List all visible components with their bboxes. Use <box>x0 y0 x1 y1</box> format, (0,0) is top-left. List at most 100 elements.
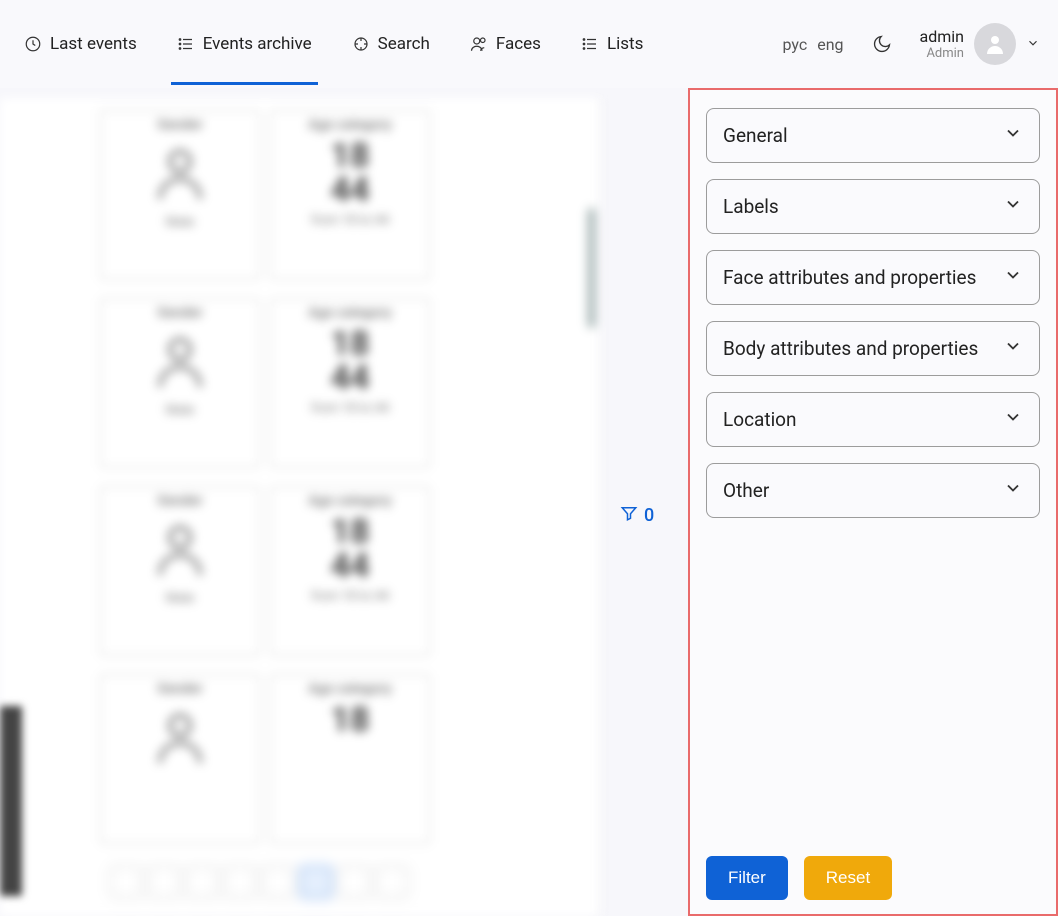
age-card: Age category 18 44 from 18 to 44 <box>270 486 430 656</box>
chevron-down-icon <box>1003 265 1023 290</box>
section-other[interactable]: Other <box>706 463 1040 518</box>
top-nav: Last events Events archive Search Faces … <box>0 0 1058 88</box>
age-sub: from 18 to 44 <box>311 401 389 416</box>
nav-lists[interactable]: Lists <box>575 4 649 84</box>
crosshair-icon <box>352 35 370 53</box>
age-sub: from 18 to 44 <box>311 213 389 228</box>
gender-card-value: Male <box>166 403 194 418</box>
scrollbar-thumb[interactable] <box>588 208 595 328</box>
section-general-label: General <box>723 124 788 147</box>
age-top: 18 <box>330 703 369 737</box>
age-card-title: Age category <box>308 117 391 133</box>
nav-lists-label: Lists <box>607 34 643 54</box>
card-row: Gender Male Age category 18 44 from 18 t… <box>100 486 599 656</box>
chevron-down-icon <box>1003 194 1023 219</box>
page-next[interactable] <box>376 866 408 898</box>
section-body-attributes-label: Body attributes and properties <box>723 337 978 360</box>
section-labels-label: Labels <box>723 195 779 218</box>
filter-count: 0 <box>644 505 654 526</box>
left-pane: Gender Male Age category 18 44 from 18 t… <box>0 88 688 916</box>
filter-panel-footer: Filter Reset <box>706 842 1040 900</box>
gender-card-title: Gender <box>157 681 202 697</box>
lang-rus[interactable]: рус <box>782 35 807 54</box>
age-card-title: Age category <box>308 305 391 321</box>
main-area: Gender Male Age category 18 44 from 18 t… <box>0 88 1058 916</box>
nav-search-label: Search <box>378 34 430 54</box>
funnel-icon <box>620 504 638 527</box>
gender-card: Gender Male <box>100 486 260 656</box>
user-text: admin Admin <box>920 27 964 61</box>
user-role: Admin <box>920 46 964 61</box>
age-bottom: 44 <box>330 173 369 207</box>
section-other-label: Other <box>723 479 769 502</box>
gender-card-title: Gender <box>157 305 202 321</box>
section-location[interactable]: Location <box>706 392 1040 447</box>
age-bottom: 44 <box>330 361 369 395</box>
section-face-attributes[interactable]: Face attributes and properties <box>706 250 1040 305</box>
gender-card: Gender Male <box>100 110 260 280</box>
chevron-down-icon <box>1003 407 1023 432</box>
card-row: Gender Male Age category 18 44 from 18 t… <box>100 110 599 280</box>
person-icon <box>150 515 210 585</box>
chevron-down-icon <box>1026 35 1040 54</box>
age-card: Age category 18 <box>270 674 430 844</box>
faces-icon <box>470 35 488 53</box>
section-body-attributes[interactable]: Body attributes and properties <box>706 321 1040 376</box>
filter-sections: General Labels Face attributes and prope… <box>706 108 1040 842</box>
page-n3[interactable] <box>338 866 370 898</box>
page-n1[interactable] <box>224 866 256 898</box>
gender-card-value: Male <box>166 591 194 606</box>
reset-button[interactable]: Reset <box>804 856 892 900</box>
language-switch: рус eng <box>782 35 843 54</box>
user-menu[interactable]: admin Admin <box>920 23 1040 65</box>
moon-icon[interactable] <box>872 34 892 54</box>
filter-button[interactable]: Filter <box>706 856 788 900</box>
page-prev[interactable] <box>110 866 142 898</box>
list-icon <box>177 35 195 53</box>
person-icon <box>150 139 210 209</box>
person-icon <box>150 703 210 773</box>
chevron-down-icon <box>1003 123 1023 148</box>
clock-icon <box>24 35 42 53</box>
nav-search[interactable]: Search <box>346 4 436 84</box>
avatar <box>974 23 1016 65</box>
age-bottom: 44 <box>330 549 369 583</box>
page-1[interactable] <box>148 866 180 898</box>
section-labels[interactable]: Labels <box>706 179 1040 234</box>
filter-toggle[interactable]: 0 <box>620 504 654 527</box>
nav-events-archive-label: Events archive <box>203 34 312 54</box>
side-preview <box>0 706 22 896</box>
age-card: Age category 18 44 from 18 to 44 <box>270 298 430 468</box>
nav-faces-label: Faces <box>496 34 541 54</box>
list-icon <box>581 35 599 53</box>
chevron-down-icon <box>1003 478 1023 503</box>
age-top: 18 <box>330 139 369 173</box>
section-face-attributes-label: Face attributes and properties <box>723 266 976 289</box>
chevron-down-icon <box>1003 336 1023 361</box>
age-card-title: Age category <box>308 681 391 697</box>
gender-card-title: Gender <box>157 117 202 133</box>
section-location-label: Location <box>723 408 797 431</box>
gender-card: Gender Male <box>100 298 260 468</box>
page-ellipsis <box>186 866 218 898</box>
nav-last-events[interactable]: Last events <box>18 4 143 84</box>
user-name: admin <box>920 27 964 46</box>
filter-panel: General Labels Face attributes and prope… <box>688 88 1058 916</box>
page-n2[interactable] <box>262 866 294 898</box>
nav-last-events-label: Last events <box>50 34 137 54</box>
age-top: 18 <box>330 515 369 549</box>
section-general[interactable]: General <box>706 108 1040 163</box>
person-icon <box>150 327 210 397</box>
gender-card-value: Male <box>166 215 194 230</box>
card-row: Gender Male Age category 18 44 from 18 t… <box>100 298 599 468</box>
lang-eng[interactable]: eng <box>817 35 843 54</box>
page-current[interactable] <box>300 866 332 898</box>
card-row: Gender Age category 18 <box>100 674 599 844</box>
gender-card-title: Gender <box>157 493 202 509</box>
pagination[interactable] <box>110 866 408 898</box>
gender-card: Gender <box>100 674 260 844</box>
age-top: 18 <box>330 327 369 361</box>
nav-events-archive[interactable]: Events archive <box>171 4 318 84</box>
nav-faces[interactable]: Faces <box>464 4 547 84</box>
age-sub: from 18 to 44 <box>311 589 389 604</box>
